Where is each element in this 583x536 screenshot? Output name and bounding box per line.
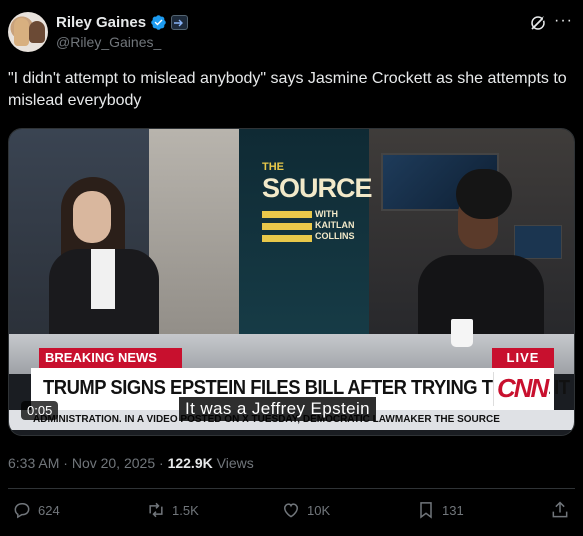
repost-button[interactable]: 1.5K (146, 500, 199, 520)
meta-separator: · (63, 455, 68, 471)
grok-icon[interactable] (529, 14, 547, 32)
tweet-text: "I didn't attempt to mislead anybody" sa… (8, 70, 567, 109)
live-badge: LIVE (492, 348, 554, 368)
anchor-figure (49, 177, 159, 359)
video-timestamp: 0:05 (21, 401, 59, 420)
show-logo-host: WITH KAITLAN COLLINS (315, 209, 355, 242)
show-logo-title: SOURCE (262, 173, 373, 203)
video-player[interactable]: THE SOURCE WITH KAITLAN COLLINS BREAKING… (8, 128, 575, 436)
share-button[interactable] (550, 500, 570, 520)
logo-host-first: KAITLAN (315, 220, 355, 230)
studio-wall (149, 129, 239, 359)
avatar-figure (29, 21, 45, 43)
bookmark-count: 131 (442, 502, 464, 518)
author-handle[interactable]: @Riley_Gaines_ (56, 34, 161, 50)
show-logo-bars (262, 211, 312, 247)
reply-icon (14, 503, 30, 519)
logo-with-text: WITH (315, 209, 338, 219)
affiliate-badge-icon[interactable] (171, 15, 189, 30)
tweet-meta: 6:33 AM · Nov 20, 2025 · 122.9K Views (8, 455, 254, 471)
tweet-header: Riley Gaines @Riley_Gaines_ ··· (8, 10, 575, 56)
post-date[interactable]: Nov 20, 2025 (72, 455, 155, 471)
avatar[interactable] (8, 12, 48, 52)
more-options-icon[interactable]: ··· (554, 12, 573, 30)
avatar-figure (14, 18, 29, 46)
like-button[interactable]: 10K (281, 500, 330, 520)
network-logo: CNN (497, 373, 549, 403)
video-caption: It was a Jeffrey Epstein (179, 397, 377, 421)
guest-figure (414, 169, 544, 359)
post-time[interactable]: 6:33 AM (8, 455, 59, 471)
logo-host-last: COLLINS (315, 231, 355, 241)
like-count: 10K (307, 502, 331, 518)
reply-count: 624 (38, 502, 60, 518)
divider (8, 488, 575, 489)
views-label: Views (216, 455, 254, 471)
repost-count: 1.5K (172, 502, 199, 518)
verified-badge-icon (151, 15, 166, 30)
heart-icon (283, 503, 299, 518)
breaking-news-label: BREAKING NEWS (39, 348, 182, 368)
coffee-cup (451, 319, 473, 347)
share-icon (552, 501, 568, 518)
action-bar: 624 1.5K 10K 131 (0, 500, 583, 528)
bookmark-icon (420, 502, 432, 519)
name-row: Riley Gaines (56, 14, 189, 31)
bookmark-button[interactable]: 131 (416, 500, 464, 520)
meta-separator: · (159, 455, 164, 471)
views-count: 122.9K (167, 455, 213, 471)
reply-button[interactable]: 624 (12, 500, 60, 520)
author-name[interactable]: Riley Gaines (56, 14, 146, 31)
repost-icon (149, 502, 163, 518)
show-logo-the: THE (262, 161, 284, 173)
